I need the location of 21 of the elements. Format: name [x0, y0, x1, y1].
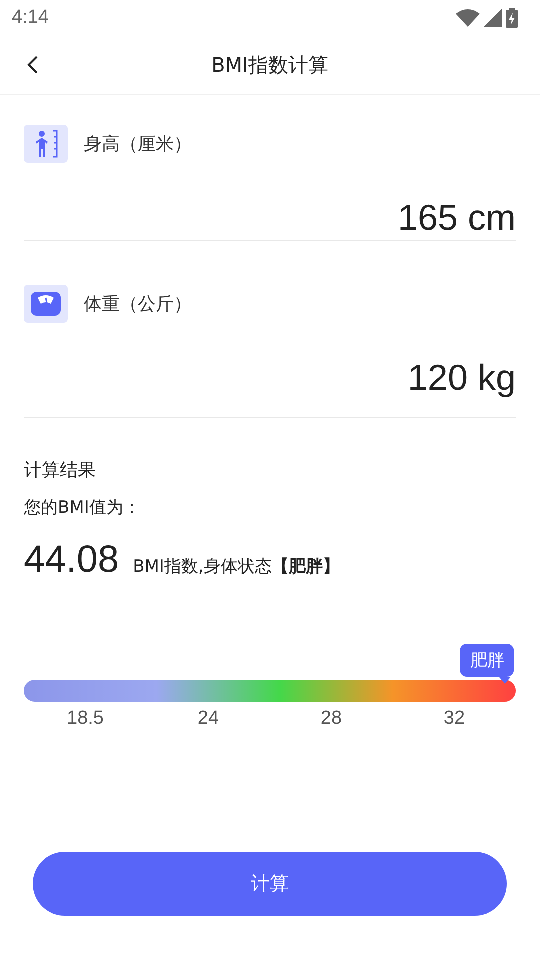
input-field[interactable]: 120 kg: [408, 357, 516, 399]
scale-label: 18.5: [67, 708, 104, 730]
input-field[interactable]: 165 cm: [398, 197, 516, 239]
field-label: 身高（厘米）: [84, 133, 192, 156]
signal-icon: [484, 9, 502, 27]
calculate-button[interactable]: 计算: [33, 852, 507, 916]
scale-label: 28: [320, 708, 342, 730]
result-prompt: 您的BMI值为：: [24, 497, 142, 519]
result-description: BMI指数,身体状态【肥胖】: [133, 556, 340, 578]
scale-label: 24: [198, 708, 220, 730]
field-label: 体重（公斤）: [84, 293, 192, 316]
page-title: BMI指数计算: [212, 52, 328, 76]
status-tooltip: 肥胖: [460, 644, 514, 684]
wifi-icon: [456, 9, 480, 27]
status-time: 4:14: [12, 7, 49, 29]
battery-icon: [506, 8, 518, 28]
section-heading: 计算结果: [24, 459, 97, 482]
bmi-value: 44.08: [24, 539, 120, 582]
scale-label: 32: [444, 708, 466, 730]
scale-icon: [30, 290, 62, 318]
person-ruler-icon: [33, 129, 59, 159]
